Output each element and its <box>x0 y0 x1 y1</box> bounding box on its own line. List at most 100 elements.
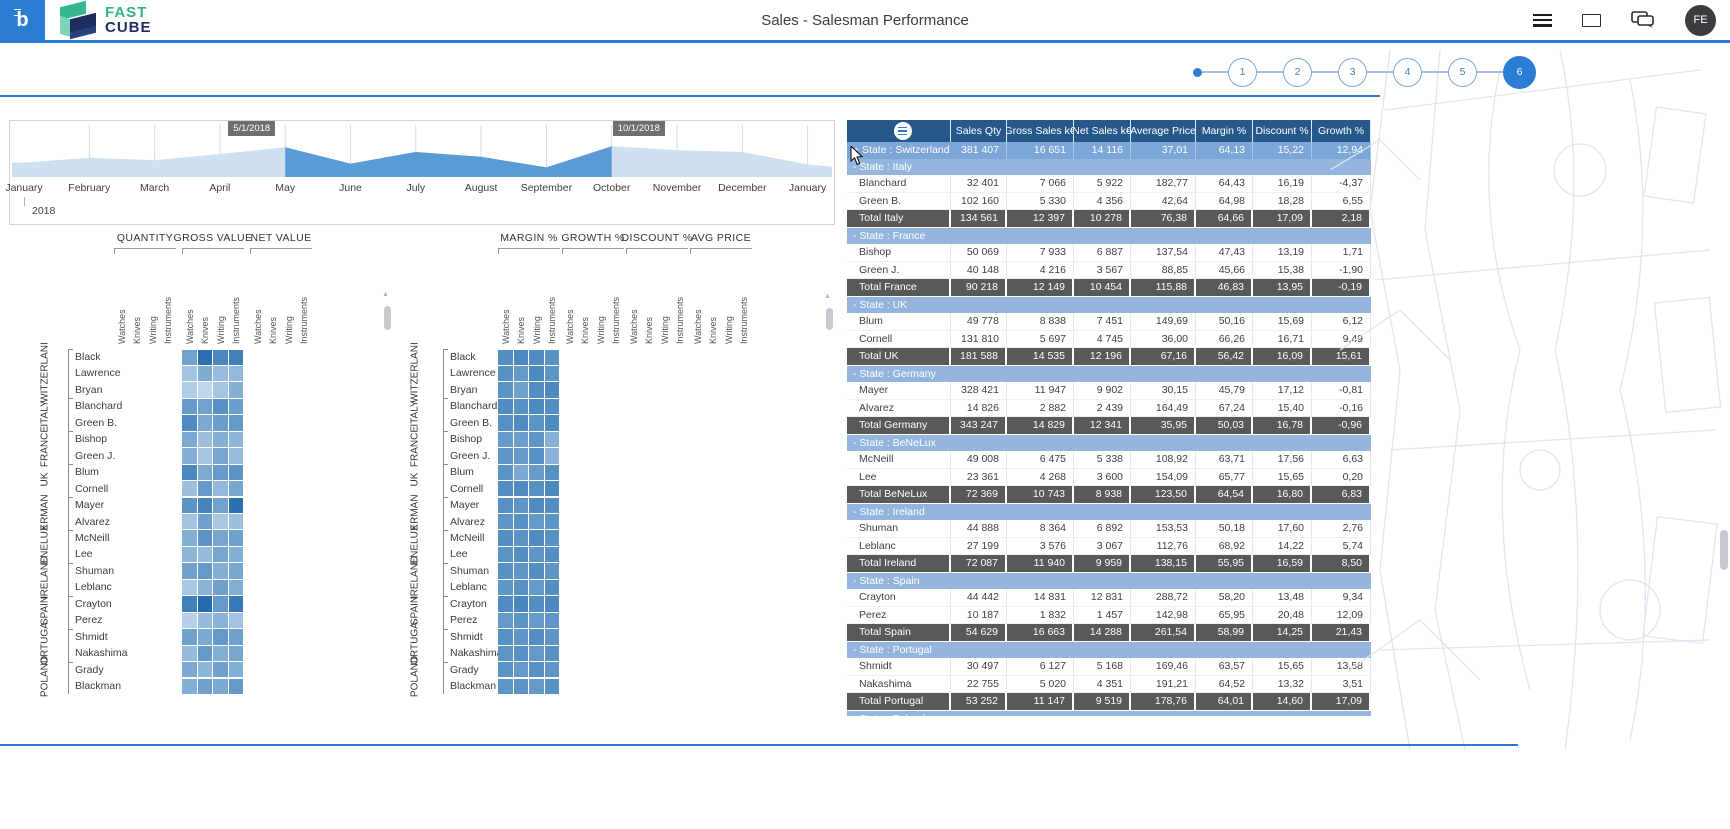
heatmap-cell[interactable] <box>529 580 544 595</box>
heatmap-cell[interactable] <box>198 350 213 365</box>
heatmap-cell[interactable] <box>529 366 544 381</box>
heatmap-cell[interactable] <box>198 366 213 381</box>
heatmap-cell[interactable] <box>229 613 244 628</box>
heatmap-cell[interactable] <box>229 481 244 496</box>
heatmap-cell[interactable] <box>545 580 560 595</box>
heatmap-cell[interactable] <box>529 679 544 694</box>
heatmap-cell[interactable] <box>229 679 244 694</box>
heatmap-cell[interactable] <box>545 563 560 578</box>
heatmap-cell[interactable] <box>529 613 544 628</box>
heatmap-cell[interactable] <box>213 366 228 381</box>
heatmap-cell[interactable] <box>213 498 228 513</box>
heatmap-cell[interactable] <box>514 448 529 463</box>
heatmap-cell[interactable] <box>198 596 213 611</box>
heatmap-cell[interactable] <box>213 596 228 611</box>
heatmap-cell[interactable] <box>514 465 529 480</box>
heatmap-cell[interactable] <box>545 366 560 381</box>
state-row[interactable]: - State : BeNeLux <box>847 435 1371 452</box>
heatmap-cell[interactable] <box>213 679 228 694</box>
heatmap-cell[interactable] <box>198 547 213 562</box>
heatmap-cell[interactable] <box>498 613 513 628</box>
scroll-up-icon[interactable]: ▲ <box>824 293 831 300</box>
heatmap-cell[interactable] <box>213 514 228 529</box>
heatmap-cell[interactable] <box>498 563 513 578</box>
state-row[interactable]: - State : UK <box>847 297 1371 314</box>
heatmap-cell[interactable] <box>498 465 513 480</box>
heatmap-cell[interactable] <box>213 613 228 628</box>
heatmap-cell[interactable] <box>198 580 213 595</box>
heatmap-cell[interactable] <box>182 481 197 496</box>
stepper-step-6[interactable]: 6 <box>1503 56 1536 89</box>
heatmap-cell[interactable] <box>529 415 544 430</box>
heatmap-cell[interactable] <box>182 629 197 644</box>
heatmap-cell[interactable] <box>498 646 513 661</box>
heatmap-cell[interactable] <box>514 350 529 365</box>
heatmap-cell[interactable] <box>198 646 213 661</box>
heatmap-cell[interactable] <box>498 530 513 545</box>
heatmap-cell[interactable] <box>545 547 560 562</box>
heatmap-cell[interactable] <box>498 629 513 644</box>
heatmap-cell[interactable] <box>198 514 213 529</box>
heatmap-cell[interactable] <box>182 563 197 578</box>
heatmap-cell[interactable] <box>229 432 244 447</box>
heatmap-cell[interactable] <box>545 596 560 611</box>
heatmap-cell[interactable] <box>229 382 244 397</box>
heatmap-cell[interactable] <box>514 563 529 578</box>
heatmap-cell[interactable] <box>182 465 197 480</box>
heatmap-cell[interactable] <box>229 646 244 661</box>
heatmap-cell[interactable] <box>545 629 560 644</box>
state-row[interactable]: - State : Germany <box>847 366 1371 383</box>
heatmap-cell[interactable] <box>198 465 213 480</box>
heatmap-cell[interactable] <box>514 481 529 496</box>
heatmap-cell[interactable] <box>529 530 544 545</box>
heatmap-cell[interactable] <box>182 580 197 595</box>
heatmap-cell[interactable] <box>229 547 244 562</box>
page-scrollbar-thumb[interactable] <box>1720 530 1728 570</box>
heatmap-cell[interactable] <box>529 382 544 397</box>
heatmap-cell[interactable] <box>498 596 513 611</box>
heatmap-cell[interactable] <box>213 563 228 578</box>
heatmap-cell[interactable] <box>514 580 529 595</box>
heatmap-cell[interactable] <box>229 629 244 644</box>
heatmap-cell[interactable] <box>514 432 529 447</box>
heatmap-cell[interactable] <box>498 547 513 562</box>
heatmap-cell[interactable] <box>545 432 560 447</box>
heatmap-cell[interactable] <box>545 679 560 694</box>
heatmap-cell[interactable] <box>182 415 197 430</box>
heatmap-cell[interactable] <box>498 662 513 677</box>
heatmap-cell[interactable] <box>514 514 529 529</box>
heatmap-cell[interactable] <box>198 432 213 447</box>
heatmap-cell[interactable] <box>213 629 228 644</box>
timeline-chart[interactable] <box>10 121 832 179</box>
heatmap-cell[interactable] <box>498 366 513 381</box>
heatmap-cell[interactable] <box>529 399 544 414</box>
heatmap-cell[interactable] <box>514 530 529 545</box>
matrix-left-scrollbar-thumb[interactable] <box>384 306 391 330</box>
heatmap-cell[interactable] <box>514 382 529 397</box>
range-start-handle[interactable]: 5/1/2018 <box>228 121 275 136</box>
heatmap-cell[interactable] <box>229 366 244 381</box>
table-column-header[interactable]: Margin % <box>1196 120 1253 142</box>
heatmap-cell[interactable] <box>529 629 544 644</box>
heatmap-cell[interactable] <box>182 547 197 562</box>
heatmap-cell[interactable] <box>198 498 213 513</box>
table-column-header[interactable]: Discount % <box>1253 120 1312 142</box>
heatmap-cell[interactable] <box>529 547 544 562</box>
heatmap-cell[interactable] <box>545 530 560 545</box>
heatmap-cell[interactable] <box>514 679 529 694</box>
heatmap-cell[interactable] <box>182 350 197 365</box>
heatmap-cell[interactable] <box>529 563 544 578</box>
heatmap-cell[interactable] <box>545 613 560 628</box>
heatmap-cell[interactable] <box>182 646 197 661</box>
heatmap-cell[interactable] <box>182 530 197 545</box>
heatmap-cell[interactable] <box>213 432 228 447</box>
heatmap-cell[interactable] <box>498 399 513 414</box>
heatmap-cell[interactable] <box>514 498 529 513</box>
state-row[interactable]: - State : Poland <box>847 711 1371 717</box>
heatmap-cell[interactable] <box>545 415 560 430</box>
stepper-step-1[interactable]: 1 <box>1228 58 1257 87</box>
heatmap-cell[interactable] <box>182 596 197 611</box>
hamburger-menu-icon[interactable] <box>1533 14 1552 27</box>
heatmap-cell[interactable] <box>498 498 513 513</box>
heatmap-cell[interactable] <box>182 448 197 463</box>
